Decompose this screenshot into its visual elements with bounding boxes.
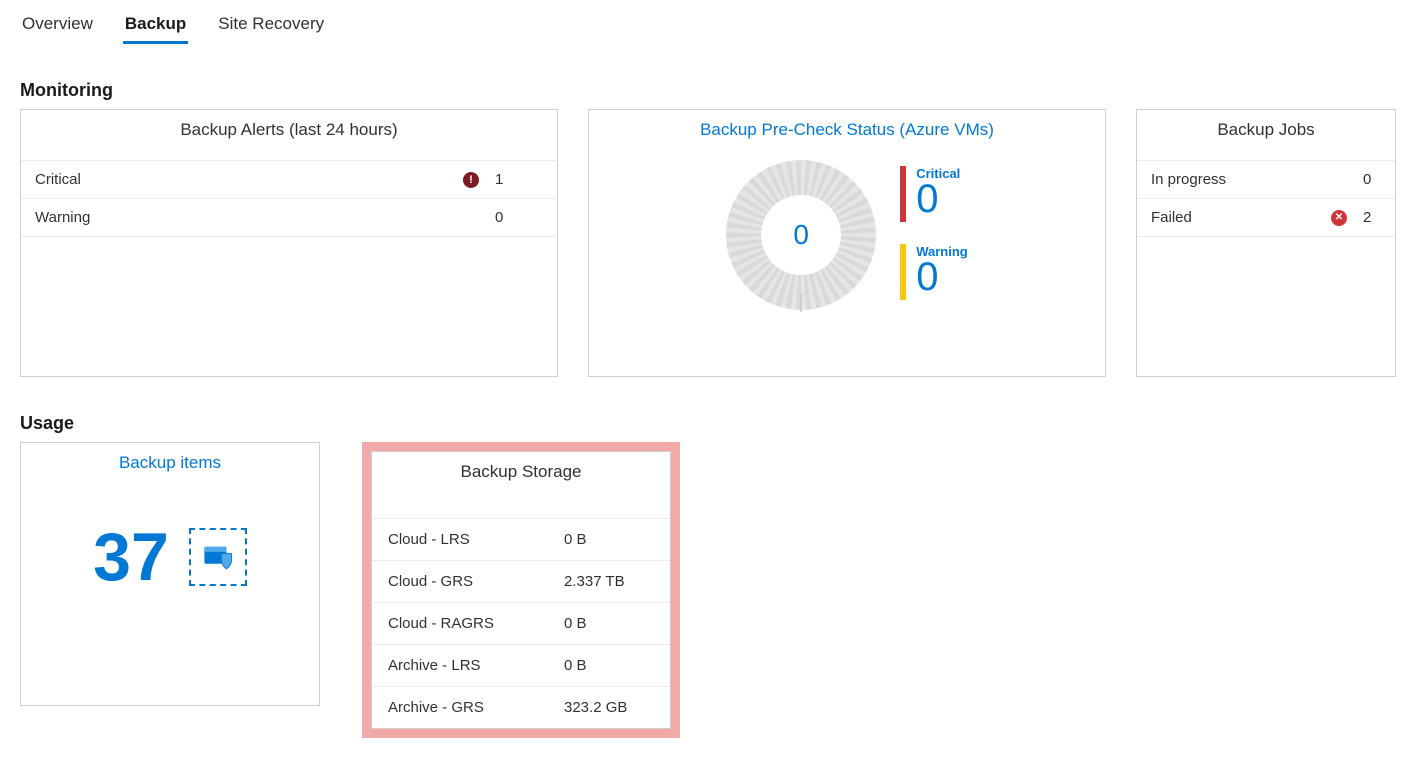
tab-site-recovery[interactable]: Site Recovery	[216, 8, 326, 44]
storage-value: 0 B	[564, 531, 654, 548]
backup-storage-tile[interactable]: Backup Storage Cloud - LRS 0 B Cloud - G…	[371, 451, 671, 729]
tab-overview[interactable]: Overview	[20, 8, 95, 44]
precheck-title[interactable]: Backup Pre-Check Status (Azure VMs)	[589, 110, 1105, 160]
tab-bar: Overview Backup Site Recovery	[20, 0, 1396, 44]
jobs-value-inprogress: 0	[1351, 171, 1381, 188]
exclamation-icon: !	[463, 172, 479, 188]
usage-row: Backup items 37 Backup Storage Cloud - L…	[20, 442, 1396, 738]
backup-items-icon-box	[189, 528, 247, 586]
status-critical-value: 0	[916, 181, 960, 217]
table-row[interactable]: Archive - GRS 323.2 GB	[372, 686, 670, 728]
backup-alerts-tile[interactable]: Backup Alerts (last 24 hours) Critical !…	[20, 109, 558, 377]
backup-jobs-table: In progress 0 Failed ✕ 2	[1137, 160, 1395, 237]
warning-bar-icon	[900, 244, 906, 300]
status-warning-value: 0	[916, 259, 968, 295]
status-critical: Critical 0	[900, 166, 968, 222]
critical-alert-icon: !	[459, 172, 483, 188]
tab-backup[interactable]: Backup	[123, 8, 188, 44]
table-row[interactable]: Warning 0	[21, 198, 557, 237]
backup-shield-icon	[201, 540, 235, 574]
table-row[interactable]: Critical ! 1	[21, 160, 557, 198]
usage-title: Usage	[20, 413, 1396, 434]
table-row[interactable]: Cloud - RAGRS 0 B	[372, 602, 670, 644]
x-circle-icon: ✕	[1331, 210, 1347, 226]
alert-label-warning: Warning	[35, 209, 459, 226]
table-row[interactable]: Cloud - LRS 0 B	[372, 518, 670, 560]
table-row[interactable]: In progress 0	[1137, 160, 1395, 198]
failed-icon: ✕	[1327, 210, 1351, 226]
donut-ring-icon: 0	[726, 160, 876, 310]
backup-items-count: 37	[93, 523, 169, 591]
storage-value: 0 B	[564, 615, 654, 632]
precheck-body: 0 Critical 0 Warning 0	[589, 160, 1105, 310]
backup-alerts-table: Critical ! 1 Warning 0	[21, 160, 557, 237]
status-warning: Warning 0	[900, 244, 968, 300]
storage-value: 323.2 GB	[564, 699, 654, 716]
precheck-tile[interactable]: Backup Pre-Check Status (Azure VMs) 0 Cr…	[588, 109, 1106, 377]
critical-bar-icon	[900, 166, 906, 222]
storage-value: 0 B	[564, 657, 654, 674]
alert-label-critical: Critical	[35, 171, 459, 188]
backup-alerts-title: Backup Alerts (last 24 hours)	[21, 110, 557, 160]
jobs-label-failed: Failed	[1151, 209, 1327, 226]
backup-storage-table: Cloud - LRS 0 B Cloud - GRS 2.337 TB Clo…	[372, 518, 670, 728]
storage-value: 2.337 TB	[564, 573, 654, 590]
backup-items-tile[interactable]: Backup items 37	[20, 442, 320, 706]
jobs-value-failed: 2	[1351, 209, 1381, 226]
jobs-label-inprogress: In progress	[1151, 171, 1327, 188]
storage-label: Archive - GRS	[388, 699, 564, 716]
backup-items-title[interactable]: Backup items	[21, 443, 319, 493]
table-row[interactable]: Failed ✕ 2	[1137, 198, 1395, 237]
table-row[interactable]: Archive - LRS 0 B	[372, 644, 670, 686]
storage-label: Cloud - RAGRS	[388, 615, 564, 632]
backup-storage-title: Backup Storage	[372, 452, 670, 518]
storage-label: Cloud - LRS	[388, 531, 564, 548]
backup-jobs-title: Backup Jobs	[1137, 110, 1395, 160]
precheck-legend: Critical 0 Warning 0	[900, 160, 968, 300]
monitoring-title: Monitoring	[20, 80, 1396, 101]
donut-center-value: 0	[761, 195, 841, 275]
storage-label: Archive - LRS	[388, 657, 564, 674]
storage-label: Cloud - GRS	[388, 573, 564, 590]
precheck-donut: 0	[726, 160, 876, 310]
donut-tick-icon	[800, 294, 802, 312]
alert-value-critical: 1	[483, 171, 543, 188]
backup-storage-highlight: Backup Storage Cloud - LRS 0 B Cloud - G…	[362, 442, 680, 738]
table-row[interactable]: Cloud - GRS 2.337 TB	[372, 560, 670, 602]
backup-items-body: 37	[21, 493, 319, 591]
alert-value-warning: 0	[483, 209, 543, 226]
monitoring-row: Backup Alerts (last 24 hours) Critical !…	[20, 109, 1396, 377]
backup-jobs-tile[interactable]: Backup Jobs In progress 0 Failed ✕ 2	[1136, 109, 1396, 377]
